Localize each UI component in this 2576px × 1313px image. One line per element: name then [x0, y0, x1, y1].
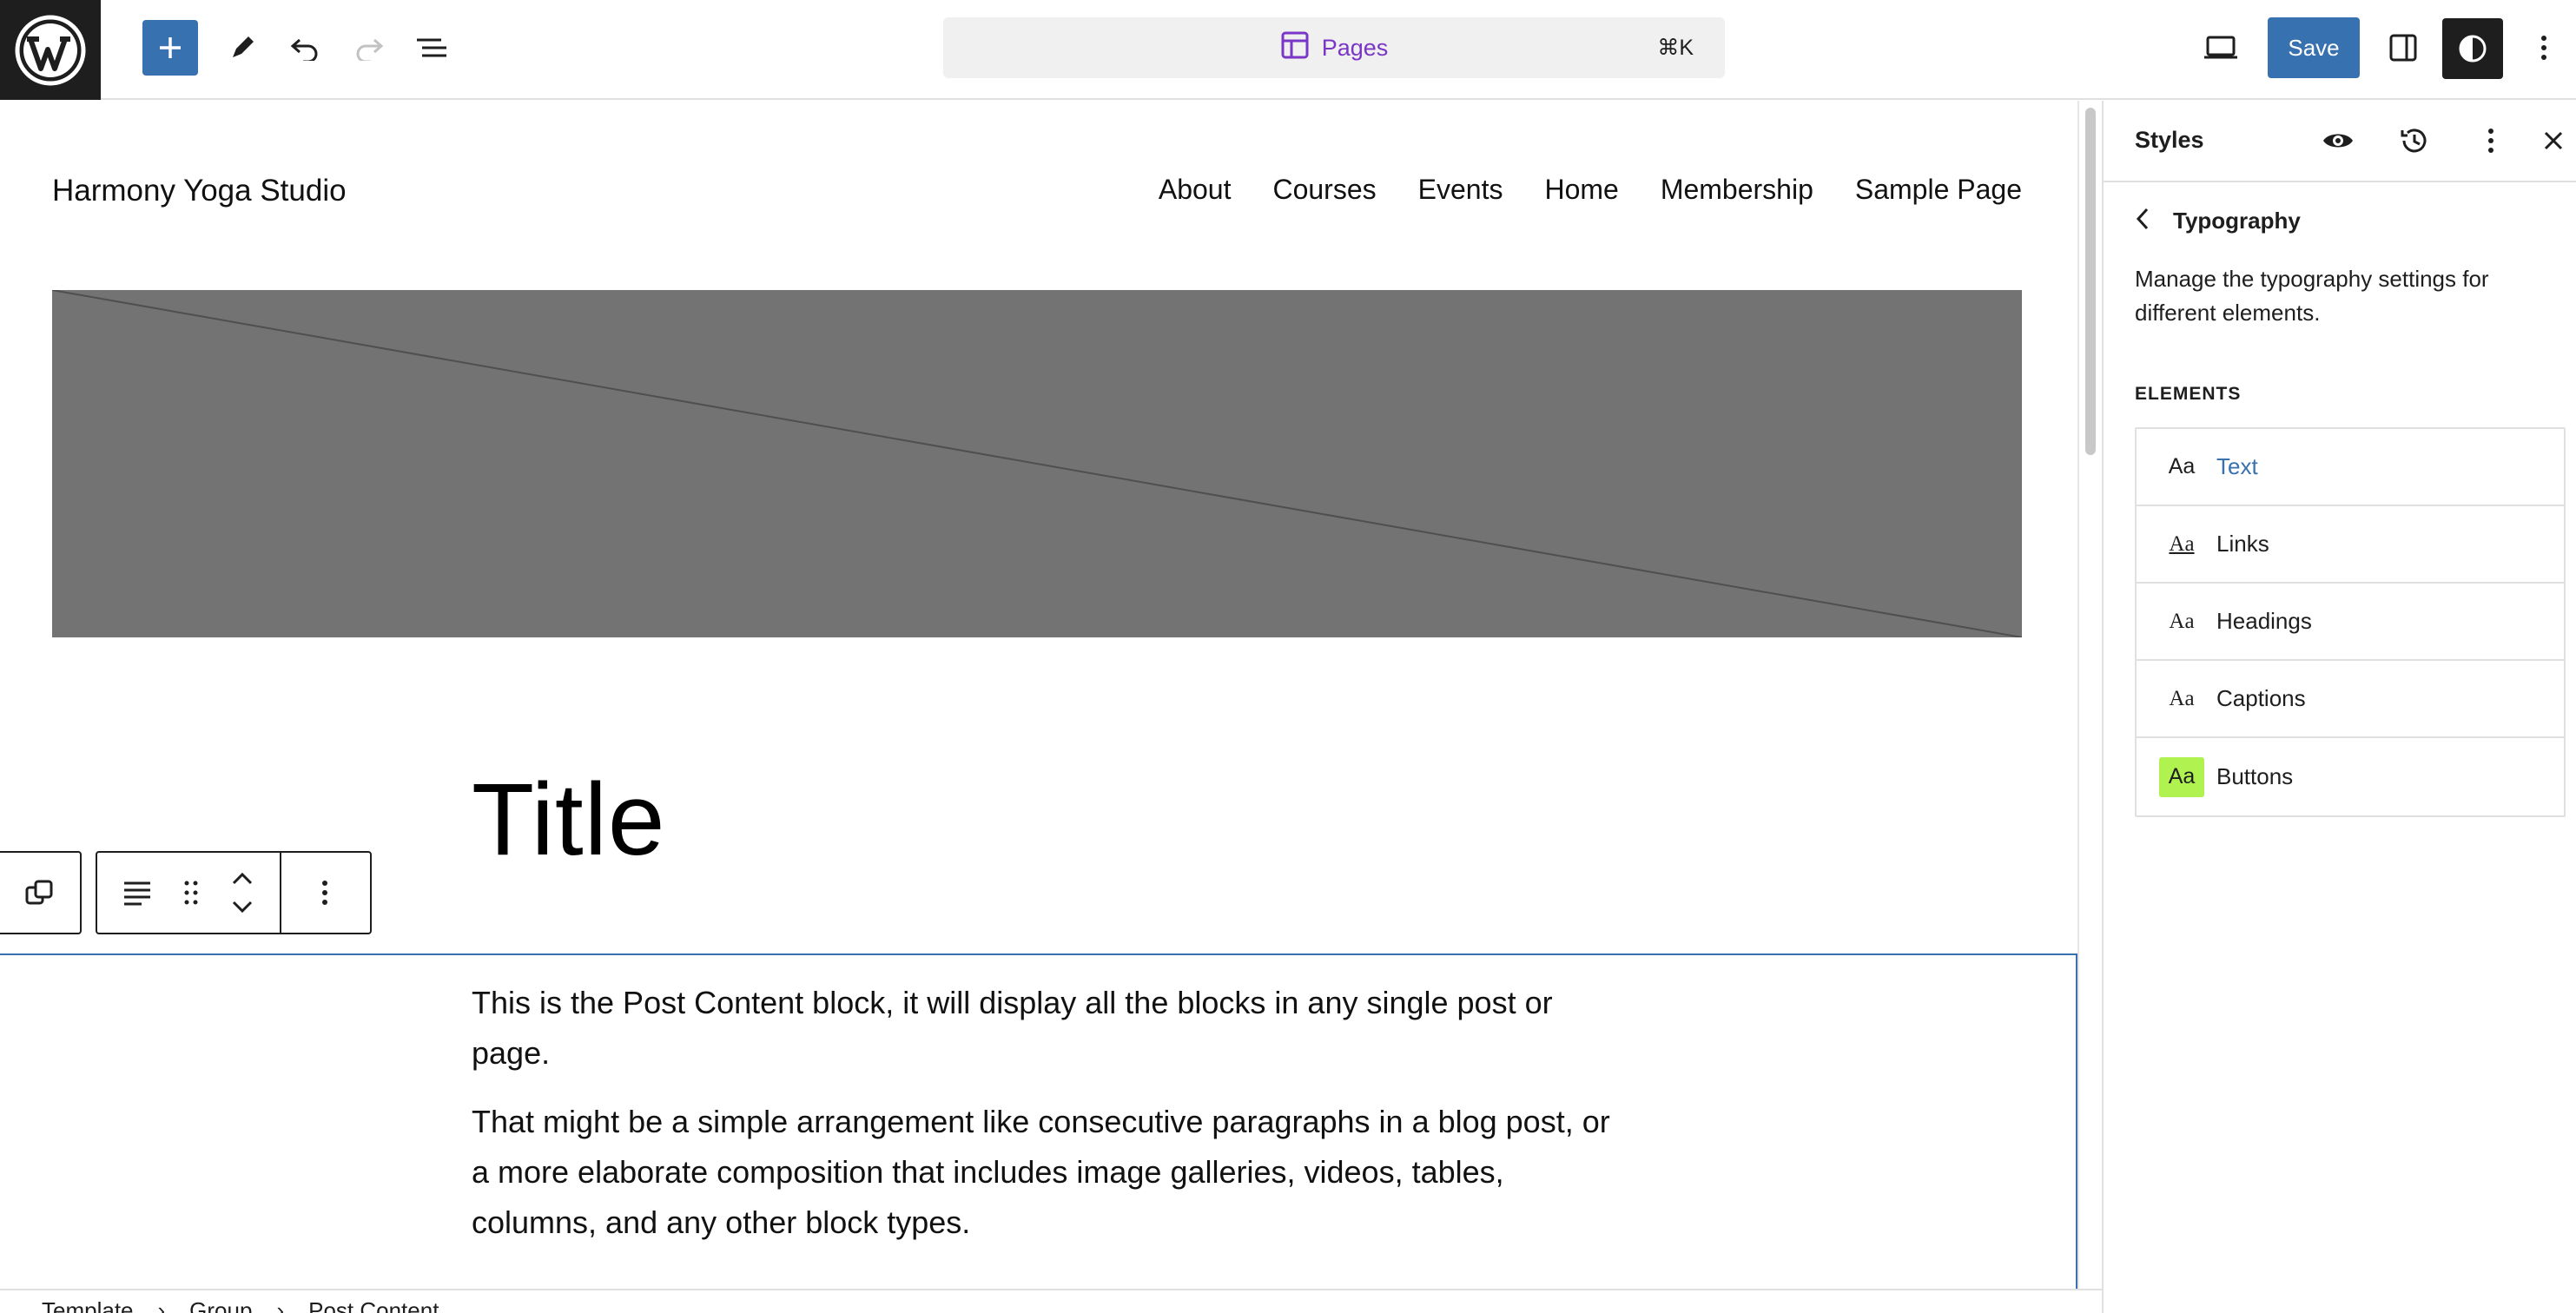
contrast-icon	[2459, 35, 2487, 63]
editor-canvas[interactable]: Harmony Yoga Studio About Courses Events…	[0, 101, 2077, 1289]
typography-panel-header: Typography	[2135, 207, 2301, 235]
settings-sidebar-icon[interactable]	[2381, 26, 2425, 69]
element-label: Headings	[2216, 608, 2312, 634]
revisions-history-icon[interactable]	[2394, 120, 2435, 162]
nav-item-sample-page[interactable]: Sample Page	[1855, 174, 2022, 206]
scrollbar-thumb[interactable]	[2085, 108, 2096, 455]
element-item-links[interactable]: Aa Links	[2137, 506, 2564, 584]
post-content-paragraph[interactable]: That might be a simple arrangement like …	[472, 1097, 1618, 1248]
panel-title: Typography	[2173, 208, 2301, 234]
styles-toggle-button[interactable]	[2442, 18, 2503, 79]
block-options-icon[interactable]	[281, 853, 368, 933]
canvas-scrollbar[interactable]	[2077, 101, 2100, 1289]
document-overview-icon[interactable]	[410, 26, 453, 69]
save-button[interactable]: Save	[2268, 17, 2360, 78]
command-palette-button[interactable]: Pages ⌘K	[943, 17, 1725, 78]
element-label: Text	[2216, 453, 2258, 479]
drag-handle-icon[interactable]	[177, 853, 205, 933]
close-icon[interactable]	[2533, 120, 2574, 162]
options-menu-icon[interactable]	[2522, 26, 2566, 69]
section-heading: ELEMENTS	[2135, 384, 2242, 404]
add-block-button[interactable]	[142, 20, 198, 76]
pencil-tools-icon[interactable]	[221, 26, 264, 69]
sidebar-title: Styles	[2135, 127, 2204, 153]
align-text-icon[interactable]	[97, 853, 177, 933]
typography-sample-icon: Aa	[2168, 454, 2196, 478]
keyboard-shortcut: ⌘K	[1657, 36, 1694, 60]
typography-sample-icon: Aa	[2159, 756, 2204, 797]
element-label: Links	[2216, 531, 2269, 557]
more-options-icon[interactable]	[2470, 120, 2512, 162]
wordpress-logo-icon[interactable]	[0, 0, 101, 100]
post-title[interactable]: Title	[472, 761, 666, 879]
element-item-buttons[interactable]: Aa Buttons	[2137, 738, 2564, 815]
post-content-paragraph[interactable]: This is the Post Content block, it will …	[472, 978, 1618, 1079]
block-breadcrumb-bar: Template › Group › Post Content	[0, 1289, 2102, 1313]
breadcrumb-item[interactable]: Template	[42, 1297, 134, 1313]
breadcrumb-item[interactable]: Post Content	[308, 1297, 439, 1313]
site-title[interactable]: Harmony Yoga Studio	[52, 174, 347, 208]
device-preview-icon[interactable]	[2199, 26, 2242, 69]
redo-icon[interactable]	[347, 26, 391, 69]
element-label: Buttons	[2216, 763, 2294, 789]
chevron-right-icon: ›	[276, 1297, 285, 1313]
element-label: Captions	[2216, 685, 2306, 711]
layout-icon	[1280, 30, 1310, 66]
sidebar-header: Styles	[2104, 101, 2576, 182]
nav-item-membership[interactable]: Membership	[1661, 174, 1813, 206]
site-navigation: About Courses Events Home Membership Sam…	[1159, 174, 2022, 206]
nav-item-events[interactable]: Events	[1418, 174, 1503, 206]
block-toolbar	[96, 851, 372, 934]
element-item-text[interactable]: Aa Text	[2137, 429, 2564, 506]
breadcrumb: Template › Group › Post Content	[42, 1297, 439, 1313]
element-item-captions[interactable]: Aa Captions	[2137, 661, 2564, 738]
typography-sample-icon: Aa	[2169, 686, 2195, 710]
move-up-down-icon[interactable]	[205, 853, 280, 933]
panel-description: Manage the typography settings for diffe…	[2135, 266, 2489, 326]
featured-image-placeholder[interactable]	[52, 290, 2022, 637]
breadcrumb-item[interactable]: Group	[189, 1297, 252, 1313]
document-title: Pages	[1321, 34, 1389, 61]
eye-preview-icon[interactable]	[2317, 120, 2359, 162]
duplicate-icon	[25, 880, 53, 905]
styles-sidebar: Styles Typography Manage the typography …	[2102, 101, 2576, 1313]
chevron-right-icon: ›	[157, 1297, 166, 1313]
chevron-left-icon[interactable]	[2135, 207, 2150, 235]
undo-icon[interactable]	[283, 26, 327, 69]
typography-sample-icon: Aa	[2169, 609, 2195, 633]
typography-sample-icon: Aa	[2169, 531, 2195, 556]
typography-elements-list: Aa Text Aa Links Aa Headings Aa Captions…	[2135, 427, 2566, 817]
nav-item-courses[interactable]: Courses	[1272, 174, 1376, 206]
editor-toolbar: Pages ⌘K Save	[0, 0, 2576, 100]
nav-item-home[interactable]: Home	[1544, 174, 1618, 206]
nav-item-about[interactable]: About	[1159, 174, 1232, 206]
element-item-headings[interactable]: Aa Headings	[2137, 584, 2564, 661]
block-transform-button[interactable]	[0, 851, 82, 934]
